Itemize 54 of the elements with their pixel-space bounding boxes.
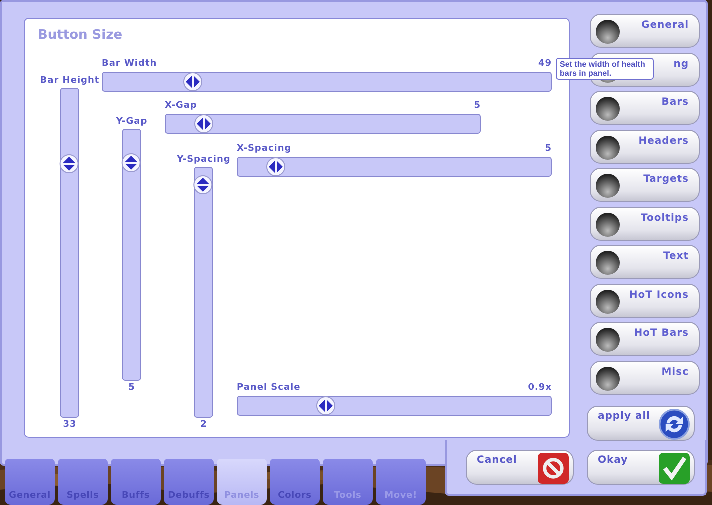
category-button[interactable]: Headers <box>590 130 700 164</box>
category-button[interactable]: Tooltips <box>590 206 700 240</box>
slider-track[interactable] <box>122 129 142 381</box>
prohibited-icon <box>538 453 569 484</box>
slider-thumb[interactable] <box>194 175 214 196</box>
slider-label: Bar Width <box>102 59 158 71</box>
slider-track[interactable] <box>237 157 552 177</box>
tooltip: Set the width of health bars in panel. <box>556 58 654 80</box>
slider-thumb[interactable] <box>122 152 142 172</box>
slider-track[interactable] <box>237 396 552 416</box>
slider-label: Y-Spacing <box>177 155 231 165</box>
knob-icon <box>595 173 621 199</box>
slider-thumb[interactable] <box>60 154 80 174</box>
checkmark-icon <box>659 453 690 484</box>
category-button[interactable]: Targets <box>590 168 700 202</box>
slider-track[interactable] <box>60 88 80 418</box>
slider-label: Panel Scale <box>237 383 301 395</box>
slider-track[interactable] <box>194 167 214 418</box>
knob-icon <box>595 250 621 276</box>
refresh-icon <box>659 409 690 440</box>
slider-value: 2 <box>200 420 208 430</box>
category-button[interactable]: General <box>590 14 700 48</box>
slider-track[interactable] <box>102 72 552 92</box>
slider-thumb[interactable] <box>182 72 203 92</box>
category-button[interactable]: HoT Icons <box>590 284 700 318</box>
slider-label: X-Spacing <box>237 144 292 156</box>
knob-icon <box>595 134 621 160</box>
slider-value: 0.9x <box>528 383 552 395</box>
knob-icon <box>595 19 621 45</box>
category-button[interactable]: HoT Bars <box>590 322 700 356</box>
knob-icon <box>595 327 621 353</box>
slider-value: 5 <box>545 144 552 156</box>
slider-label: X-Gap <box>165 101 198 113</box>
category-button[interactable]: Text <box>590 245 700 279</box>
apply-button[interactable]: apply all <box>587 406 695 441</box>
slider-value: 49 <box>538 59 552 71</box>
cancel-button[interactable]: Cancel <box>466 450 574 485</box>
okay-button[interactable]: Okay <box>587 450 695 485</box>
slider-value: 33 <box>63 420 77 430</box>
slider-value: 5 <box>128 383 136 393</box>
panel-title: Button Size <box>38 28 123 43</box>
category-button[interactable]: Misc <box>590 360 700 394</box>
slider-thumb[interactable] <box>316 396 336 416</box>
slider-track[interactable] <box>165 114 481 134</box>
knob-icon <box>595 96 621 122</box>
knob-icon <box>595 212 621 238</box>
category-button[interactable]: Bars <box>590 91 700 125</box>
knob-icon <box>595 288 621 314</box>
slider-thumb[interactable] <box>266 157 286 177</box>
slider-label: Y-Gap <box>116 117 148 127</box>
slider-value: 5 <box>474 101 481 113</box>
knob-icon <box>595 366 621 392</box>
slider-thumb[interactable] <box>194 114 214 134</box>
slider-label: Bar Height <box>40 76 100 86</box>
